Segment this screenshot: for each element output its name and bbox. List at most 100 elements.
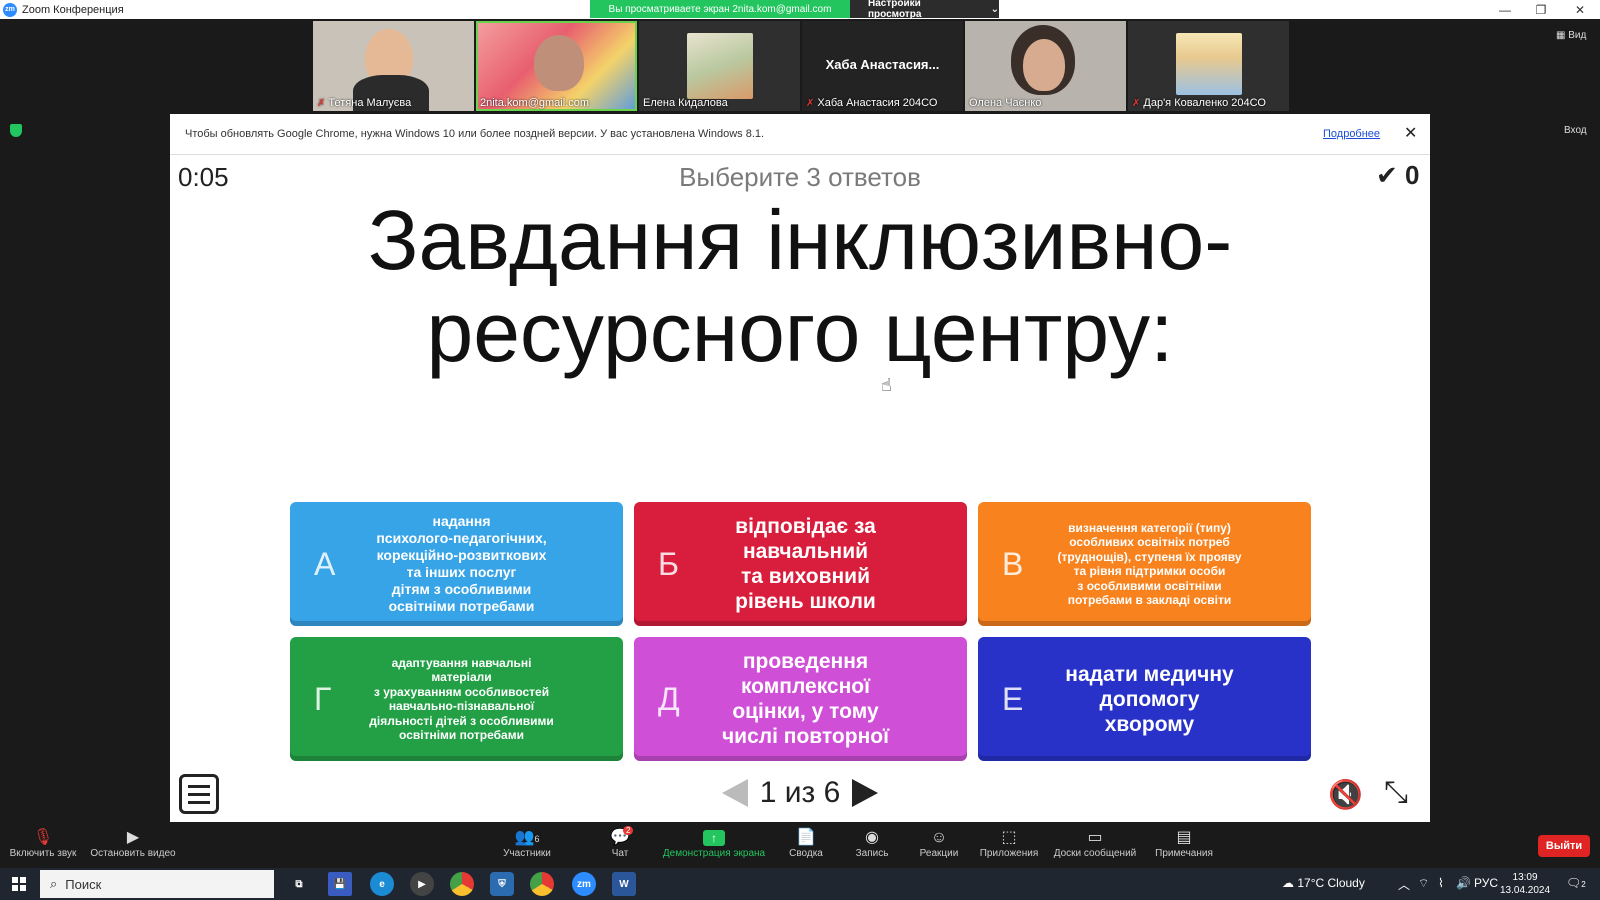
participant-tile-active-speaker[interactable]: 2nita.kom@gmail.com bbox=[476, 21, 637, 111]
participant-tile[interactable]: ✗ Тетяна Малуєва bbox=[313, 21, 474, 111]
participant-tile[interactable]: Олена Чаєнко bbox=[965, 21, 1126, 111]
word-icon[interactable]: W bbox=[612, 872, 636, 896]
encryption-shield-icon bbox=[10, 124, 22, 137]
share-screen-button[interactable]: ↑ Демонстрация экрана bbox=[660, 828, 768, 859]
participant-center-label: Хаба Анастасия... bbox=[825, 57, 940, 72]
quiz-score: ✔ 0 bbox=[1376, 160, 1420, 191]
notice-close-button[interactable]: ✕ bbox=[1404, 123, 1417, 143]
notice-details-link[interactable]: Подробнее bbox=[1323, 128, 1380, 140]
sound-muted-icon[interactable]: 🔇 bbox=[1328, 778, 1363, 811]
answer-option-f[interactable]: Е надати медичну допомогу хворому bbox=[978, 637, 1311, 761]
shield-app-icon[interactable]: ⛨ bbox=[490, 872, 514, 896]
weather-widget[interactable]: ☁ 17°C Cloudy bbox=[1282, 876, 1365, 890]
prev-arrow-icon[interactable] bbox=[721, 779, 748, 807]
answer-grid: А надання психолого-педагогічних, корекц… bbox=[290, 502, 1311, 761]
mic-off-icon: ✗ bbox=[317, 97, 326, 109]
view-button[interactable]: ▦ Вид bbox=[1556, 30, 1586, 41]
apps-button[interactable]: ⬚ Приложения bbox=[978, 828, 1040, 859]
participant-tile[interactable]: Хаба Анастасия... ✗ Хаба Анастасия 204СО bbox=[802, 21, 963, 111]
stop-video-button[interactable]: ▶ Остановить видео bbox=[90, 828, 176, 859]
answer-option-e[interactable]: Д проведення комплексної оцінки, у тому … bbox=[634, 637, 967, 761]
leave-button[interactable]: Выйти bbox=[1538, 835, 1590, 857]
update-notice-bar: Чтобы обновлять Google Chrome, нужна Win… bbox=[170, 114, 1430, 155]
participant-video bbox=[1023, 39, 1065, 91]
screen: zm Zoom Конференция Вы просматриваете эк… bbox=[0, 0, 1600, 900]
answer-text: надання психолого-педагогічних, корекцій… bbox=[376, 513, 547, 614]
chrome-icon[interactable] bbox=[450, 872, 474, 896]
participants-button[interactable]: 👥6 Участники bbox=[500, 828, 554, 859]
page-indicator: 1 из 6 bbox=[759, 776, 841, 809]
summary-button[interactable]: 📄 Сводка bbox=[786, 828, 826, 859]
media-player-icon[interactable]: ▶ bbox=[410, 872, 434, 896]
answer-text: надати медичну допомогу хворому bbox=[1065, 662, 1234, 736]
answer-letter: Е bbox=[1002, 680, 1024, 717]
network-icon[interactable]: ⌔ bbox=[1418, 876, 1429, 891]
minimize-button[interactable]: — bbox=[1487, 0, 1523, 19]
volume-icon[interactable]: 🔊 bbox=[1456, 876, 1471, 890]
close-window-button[interactable]: ✕ bbox=[1562, 0, 1598, 19]
smiley-icon: ☺ bbox=[930, 829, 948, 846]
answer-option-a[interactable]: А надання психолого-педагогічних, корекц… bbox=[290, 502, 623, 626]
answer-letter: Г bbox=[314, 680, 332, 717]
score-value: 0 bbox=[1405, 160, 1420, 190]
share-arrow-icon: ↑ bbox=[703, 830, 725, 846]
taskbar-search[interactable]: ⌕ Поиск bbox=[40, 870, 274, 898]
restore-button[interactable]: ❐ bbox=[1523, 0, 1559, 19]
participant-name: Хаба Анастасия 204СО bbox=[817, 97, 938, 109]
quiz-pager: 1 из 6 bbox=[170, 776, 1430, 810]
grid-icon: ▦ bbox=[1556, 30, 1569, 41]
share-banner: Вы просматриваете экран 2nita.kom@gmail.… bbox=[590, 0, 850, 18]
answer-option-d[interactable]: Г адаптування навчальні матеріали з урах… bbox=[290, 637, 623, 761]
participant-name: Дар'я Коваленко 204СО bbox=[1143, 97, 1266, 109]
title-bar: zm Zoom Конференция Вы просматриваете эк… bbox=[0, 0, 1600, 20]
language-indicator[interactable]: РУС bbox=[1474, 876, 1498, 890]
record-button[interactable]: ◉ Запись bbox=[852, 828, 892, 859]
quiz-instruction: Выберите 3 ответов bbox=[679, 162, 921, 192]
whiteboard-icon: ▭ bbox=[1087, 829, 1103, 846]
chevron-down-icon: ⌄ bbox=[990, 3, 999, 15]
answer-letter: В bbox=[1002, 545, 1024, 582]
reactions-button[interactable]: ☺ Реакции bbox=[918, 828, 960, 859]
notice-text: Чтобы обновлять Google Chrome, нужна Win… bbox=[185, 128, 765, 140]
app-title: Zoom Конференция bbox=[22, 3, 124, 16]
notes-icon: ▤ bbox=[1176, 829, 1192, 846]
answer-letter: Б bbox=[658, 545, 679, 582]
wifi-icon[interactable]: ⌇ bbox=[1438, 876, 1444, 890]
people-icon: 👥6 bbox=[514, 829, 540, 846]
notes-button[interactable]: ▤ Примечания bbox=[1153, 828, 1215, 859]
answer-option-c[interactable]: В визначення категорії (типу) особливих … bbox=[978, 502, 1311, 626]
notifications-icon[interactable]: 🗨2 bbox=[1566, 876, 1586, 890]
view-options-dropdown[interactable]: Настройки просмотра ⌄ bbox=[850, 0, 999, 20]
enter-button[interactable]: Вход bbox=[1564, 125, 1587, 136]
taskbar-clock[interactable]: 13:09 13.04.2024 bbox=[1500, 871, 1550, 897]
exit-fullscreen-icon[interactable]: ⤡ bbox=[1384, 776, 1408, 810]
answer-text: адаптування навчальні матеріали з урахув… bbox=[369, 655, 554, 743]
answer-letter: Д bbox=[658, 680, 680, 717]
participant-name: 2nita.kom@gmail.com bbox=[480, 97, 589, 109]
windows-start-icon[interactable] bbox=[12, 877, 26, 891]
next-arrow-icon[interactable] bbox=[852, 779, 879, 807]
tray-chevron-icon[interactable]: ︿ bbox=[1398, 876, 1410, 893]
mic-muted-icon: 🎙 bbox=[32, 829, 54, 846]
save-app-icon[interactable]: 💾 bbox=[328, 872, 352, 896]
answer-text: проведення комплексної оцінки, у тому чи… bbox=[721, 650, 889, 748]
answer-letter: А bbox=[314, 545, 336, 582]
participant-tile[interactable]: Елена Кидалова bbox=[639, 21, 800, 111]
record-icon: ◉ bbox=[865, 829, 879, 846]
summary-icon: 📄 bbox=[796, 829, 816, 846]
answer-text: визначення категорії (типу) особливих ос… bbox=[1057, 520, 1242, 608]
task-view-icon[interactable]: ⧉ bbox=[287, 872, 311, 896]
mic-off-icon: ✗ bbox=[806, 97, 815, 109]
answer-option-b[interactable]: Б відповідає за навчальний та виховний р… bbox=[634, 502, 967, 626]
chrome-icon[interactable] bbox=[530, 872, 554, 896]
participant-tile[interactable]: ✗ Дар'я Коваленко 204СО bbox=[1128, 21, 1289, 111]
unmute-button[interactable]: 🎙 Включить звук bbox=[8, 828, 78, 859]
participant-avatar bbox=[687, 33, 753, 99]
zoom-app-icon[interactable]: zm bbox=[572, 872, 596, 896]
edge-icon[interactable]: e bbox=[370, 872, 394, 896]
participant-avatar bbox=[1176, 33, 1242, 95]
chat-button[interactable]: 💬 2 Чат bbox=[605, 826, 635, 859]
shared-screen: Чтобы обновлять Google Chrome, нужна Win… bbox=[170, 114, 1430, 822]
windows-taskbar: ⌕ Поиск ⧉ 💾 e ▶ ⛨ zm W ☁ 17°C Cloudy ︿ ⌔… bbox=[0, 868, 1600, 900]
whiteboards-button[interactable]: ▭ Доски сообщений bbox=[1053, 828, 1137, 859]
